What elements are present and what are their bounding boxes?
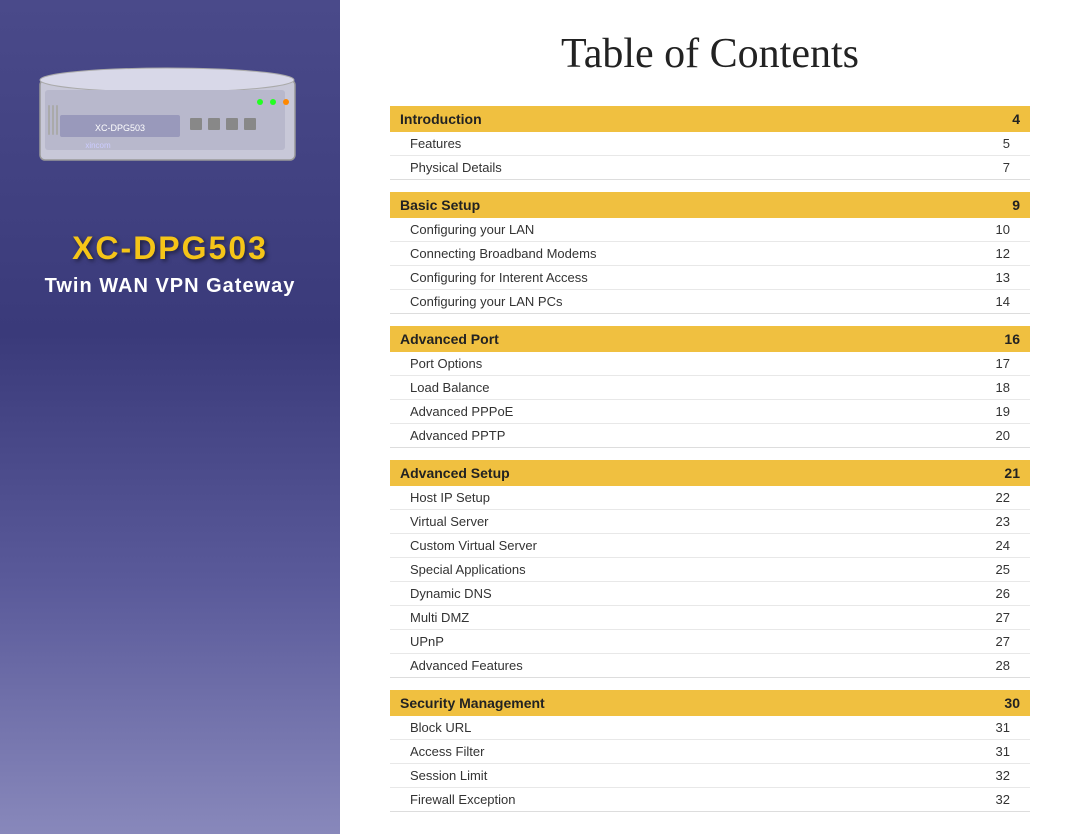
toc-item-label: UPnP (410, 634, 444, 649)
toc-item-page: 20 (996, 428, 1010, 443)
toc-item-label: Configuring for Interent Access (410, 270, 588, 285)
toc-item-label: Firewall Exception (410, 792, 516, 807)
toc-item-label: Features (410, 136, 461, 151)
toc-item-label: Access Filter (410, 744, 484, 759)
toc-item-page: 32 (996, 792, 1010, 807)
toc-container: Introduction 4 Features 5 Physical Details 7 B… (390, 106, 1030, 812)
toc-item-page: 12 (996, 246, 1010, 261)
toc-item-label: Load Balance (410, 380, 490, 395)
toc-item: Multi DMZ 27 (390, 606, 1030, 630)
toc-item-label: Port Options (410, 356, 482, 371)
toc-section-title: Advanced Setup (400, 465, 510, 481)
toc-item: Block URL 31 (390, 716, 1030, 740)
toc-item-page: 22 (996, 490, 1010, 505)
sidebar: XC-DPG503 xincom XC-DPG503 Twin WAN VPN … (0, 0, 340, 834)
svg-text:xincom: xincom (85, 141, 111, 150)
toc-item-label: Special Applications (410, 562, 526, 577)
toc-section: Basic Setup 9 Configuring your LAN 10 Connec… (390, 192, 1030, 314)
toc-section-header: Advanced Port 16 (390, 326, 1030, 352)
main-content: Table of Contents Introduction 4 Features 5… (340, 0, 1080, 834)
toc-item: Dynamic DNS 26 (390, 582, 1030, 606)
toc-item-label: Physical Details (410, 160, 502, 175)
toc-item-page: 7 (1003, 160, 1010, 175)
toc-item-page: 27 (996, 610, 1010, 625)
toc-item-page: 10 (996, 222, 1010, 237)
toc-section: Advanced Port 16 Port Options 17 Load Balanc… (390, 326, 1030, 448)
toc-item-label: Host IP Setup (410, 490, 490, 505)
toc-item: Firewall Exception 32 (390, 788, 1030, 811)
toc-item-page: 19 (996, 404, 1010, 419)
toc-section: Advanced Setup 21 Host IP Setup 22 Virtual S… (390, 460, 1030, 678)
toc-item-label: Configuring your LAN (410, 222, 534, 237)
toc-section-title: Security Management (400, 695, 545, 711)
toc-item: Custom Virtual Server 24 (390, 534, 1030, 558)
toc-item-label: Advanced Features (410, 658, 523, 673)
toc-item: Configuring your LAN 10 (390, 218, 1030, 242)
toc-item: Virtual Server 23 (390, 510, 1030, 534)
toc-item-page: 23 (996, 514, 1010, 529)
toc-item-label: Connecting Broadband Modems (410, 246, 596, 261)
toc-item-page: 31 (996, 720, 1010, 735)
toc-section-page: 4 (1012, 111, 1020, 127)
toc-item: Physical Details 7 (390, 156, 1030, 179)
toc-item: Configuring for Interent Access 13 (390, 266, 1030, 290)
toc-section-header: Security Management 30 (390, 690, 1030, 716)
toc-item: Session Limit 32 (390, 764, 1030, 788)
toc-section-title: Introduction (400, 111, 482, 127)
toc-item-page: 25 (996, 562, 1010, 577)
toc-section-title: Advanced Port (400, 331, 499, 347)
toc-item-label: Virtual Server (410, 514, 489, 529)
toc-section-page: 9 (1012, 197, 1020, 213)
toc-item-label: Dynamic DNS (410, 586, 492, 601)
toc-section: Security Management30Block URL31Access F… (390, 690, 1030, 812)
toc-item-label: Advanced PPTP (410, 428, 505, 443)
toc-item: Advanced PPPoE 19 (390, 400, 1030, 424)
toc-item: UPnP 27 (390, 630, 1030, 654)
toc-item: Advanced Features 28 (390, 654, 1030, 677)
toc-section: Introduction 4 Features 5 Physical Details 7 (390, 106, 1030, 180)
toc-item-page: 32 (996, 768, 1010, 783)
brand-subtitle: Twin WAN VPN Gateway (45, 275, 296, 298)
page-title: Table of Contents (390, 30, 1030, 78)
toc-section-header: Basic Setup 9 (390, 192, 1030, 218)
toc-item: Features 5 (390, 132, 1030, 156)
toc-item-label: Session Limit (410, 768, 487, 783)
toc-item-page: 5 (1003, 136, 1010, 151)
toc-section-page: 30 (1004, 695, 1020, 711)
toc-item-page: 28 (996, 658, 1010, 673)
toc-section-title: Basic Setup (400, 197, 480, 213)
toc-item: Host IP Setup 22 (390, 486, 1030, 510)
toc-item-page: 27 (996, 634, 1010, 649)
toc-item-page: 31 (996, 744, 1010, 759)
toc-item-page: 17 (996, 356, 1010, 371)
toc-item: Connecting Broadband Modems 12 (390, 242, 1030, 266)
toc-item: Configuring your LAN PCs 14 (390, 290, 1030, 313)
toc-item-page: 18 (996, 380, 1010, 395)
toc-item-label: Advanced PPPoE (410, 404, 513, 419)
brand-title: XC-DPG503 (72, 230, 268, 267)
toc-item-page: 24 (996, 538, 1010, 553)
toc-item-label: Custom Virtual Server (410, 538, 537, 553)
toc-item: Load Balance 18 (390, 376, 1030, 400)
toc-item-label: Block URL (410, 720, 471, 735)
toc-item-label: Configuring your LAN PCs (410, 294, 562, 309)
toc-item-page: 14 (996, 294, 1010, 309)
toc-item-label: Multi DMZ (410, 610, 469, 625)
toc-item: Port Options 17 (390, 352, 1030, 376)
toc-item-page: 26 (996, 586, 1010, 601)
device-image: XC-DPG503 xincom (30, 40, 310, 200)
toc-section-page: 21 (1004, 465, 1020, 481)
toc-item: Advanced PPTP 20 (390, 424, 1030, 447)
toc-item: Special Applications 25 (390, 558, 1030, 582)
toc-section-header: Advanced Setup 21 (390, 460, 1030, 486)
toc-section-header: Introduction 4 (390, 106, 1030, 132)
toc-section-page: 16 (1004, 331, 1020, 347)
toc-item: Access Filter 31 (390, 740, 1030, 764)
toc-item-page: 13 (996, 270, 1010, 285)
svg-text:XC-DPG503: XC-DPG503 (95, 123, 145, 133)
